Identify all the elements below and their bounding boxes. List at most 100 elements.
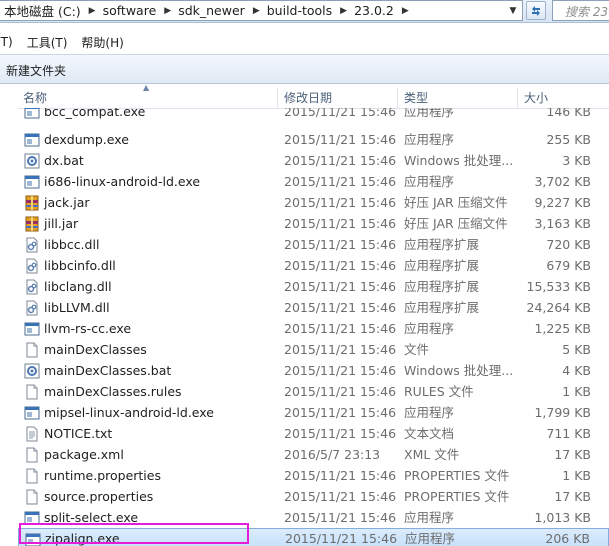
chevron-right-icon[interactable]: ▶ <box>249 6 263 16</box>
file-row[interactable]: libbcc.dll 2015/11/21 15:46 应用程序扩展 720 KB <box>18 234 609 255</box>
breadcrumb-drive[interactable]: 本地磁盘 (C:) <box>0 1 85 20</box>
file-row[interactable]: mainDexClasses.rules 2015/11/21 15:46 RULE… <box>18 381 609 402</box>
column-divider[interactable] <box>397 88 398 108</box>
breadcrumb-build-tools[interactable]: build-tools <box>263 3 336 18</box>
file-size: 720 KB <box>546 237 591 252</box>
file-modified-date: 2015/11/21 15:46 <box>284 510 397 525</box>
file-modified-date: 2015/11/21 15:46 <box>284 405 397 420</box>
file-row[interactable]: mainDexClasses.bat 2015/11/21 15:46 Window… <box>18 360 609 381</box>
file-row[interactable]: i686-linux-android-ld.exe 2015/11/21 15:4… <box>18 171 609 192</box>
bat-icon <box>24 153 40 169</box>
file-row[interactable]: bcc_compat.exe 2015/11/21 15:46 应用程序 146 KB <box>18 108 609 129</box>
file-row[interactable]: libLLVM.dll 2015/11/21 15:46 应用程序扩展 24,264 … <box>18 297 609 318</box>
file-size: 3,702 KB <box>534 174 591 189</box>
dll-icon <box>24 258 40 274</box>
file-row[interactable]: mainDexClasses 2015/11/21 15:46 文件 5 KB <box>18 339 609 360</box>
address-bar[interactable]: 本地磁盘 (C:) ▶ software ▶ sdk_newer ▶ build… <box>0 0 523 21</box>
command-bar: 新建文件夹 <box>0 54 609 84</box>
jar-icon <box>24 216 40 232</box>
file-row[interactable]: llvm-rs-cc.exe 2015/11/21 15:46 应用程序 1,225 … <box>18 318 609 339</box>
file-type: RULES 文件 <box>404 384 474 399</box>
new-folder-button[interactable]: 新建文件夹 <box>6 62 66 79</box>
refresh-button[interactable] <box>526 1 546 20</box>
menu-item-view[interactable]: (T) <box>0 35 20 49</box>
file-modified-date: 2015/11/21 15:46 <box>284 195 397 210</box>
file-type: Windows 批处理... <box>404 363 514 378</box>
file-size: 206 KB <box>545 531 590 546</box>
file-row[interactable]: runtime.properties 2015/11/21 15:46 PROPER… <box>18 465 609 486</box>
file-name: NOTICE.txt <box>44 426 113 441</box>
file-size: 9,227 KB <box>534 195 591 210</box>
file-list: bcc_compat.exe 2015/11/21 15:46 应用程序 146 KB… <box>18 108 609 546</box>
file-type: 应用程序扩展 <box>404 279 480 294</box>
file-modified-date: 2015/11/21 15:46 <box>284 384 397 399</box>
file-row[interactable]: libbcinfo.dll 2015/11/21 15:46 应用程序扩展 679 K… <box>18 255 609 276</box>
file-name: split-select.exe <box>44 510 139 525</box>
file-icon <box>24 468 40 484</box>
file-type: 应用程序 <box>405 531 456 546</box>
menu-item-tools[interactable]: 工具(T) <box>20 34 75 51</box>
file-modified-date: 2015/11/21 15:46 <box>284 363 397 378</box>
search-input[interactable]: 搜索 23.0.2 <box>552 0 609 21</box>
file-modified-date: 2015/11/21 15:46 <box>284 426 397 441</box>
file-size: 679 KB <box>546 258 591 273</box>
file-type: 应用程序 <box>404 321 455 336</box>
file-type: 好压 JAR 压缩文件 <box>404 195 508 210</box>
column-header-name[interactable]: 名称 <box>23 88 47 108</box>
column-divider[interactable] <box>517 88 518 108</box>
file-size: 146 KB <box>546 108 591 119</box>
exe-icon <box>25 532 41 546</box>
file-size: 17 KB <box>554 489 591 504</box>
exe-icon <box>24 405 40 421</box>
file-icon <box>24 489 40 505</box>
file-size: 15,533 KB <box>526 279 591 294</box>
file-size: 5 KB <box>562 342 591 357</box>
file-type: 文件 <box>404 342 430 357</box>
column-header-date[interactable]: 修改日期 <box>284 88 332 108</box>
file-name: jack.jar <box>44 195 90 210</box>
dll-icon <box>24 237 40 253</box>
chevron-down-icon[interactable]: ▼ <box>505 3 521 19</box>
file-row[interactable]: jack.jar 2015/11/21 15:46 好压 JAR 压缩文件 9,227… <box>18 192 609 213</box>
file-size: 1,799 KB <box>534 405 591 420</box>
menu-item-help[interactable]: 帮助(H) <box>74 34 130 51</box>
file-type: 应用程序 <box>404 132 455 147</box>
chevron-right-icon[interactable]: ▶ <box>160 6 174 16</box>
file-size: 4 KB <box>562 363 591 378</box>
file-row[interactable]: jill.jar 2015/11/21 15:46 好压 JAR 压缩文件 3,163… <box>18 213 609 234</box>
file-row[interactable]: dx.bat 2015/11/21 15:46 Windows 批处理... 3 KB <box>18 150 609 171</box>
file-name: llvm-rs-cc.exe <box>44 321 132 336</box>
jar-icon <box>24 195 40 211</box>
file-row[interactable]: package.xml 2016/5/7 23:13 XML 文件 17 KB <box>18 444 609 465</box>
column-divider[interactable] <box>277 88 278 108</box>
breadcrumb-sdk-newer[interactable]: sdk_newer <box>174 3 249 18</box>
file-modified-date: 2015/11/21 15:46 <box>284 216 397 231</box>
exe-icon <box>24 321 40 337</box>
exe-icon <box>24 174 40 190</box>
breadcrumb-software[interactable]: software <box>99 3 161 18</box>
chevron-right-icon[interactable]: ▶ <box>336 6 350 16</box>
file-size: 1 KB <box>562 384 591 399</box>
file-row[interactable]: mipsel-linux-android-ld.exe 2015/11/21 15… <box>18 402 609 423</box>
file-row[interactable]: libclang.dll 2015/11/21 15:46 应用程序扩展 15,533… <box>18 276 609 297</box>
file-name: mipsel-linux-android-ld.exe <box>44 405 214 420</box>
txt-icon <box>24 426 40 442</box>
breadcrumb-current-folder[interactable]: 23.0.2 <box>350 3 398 18</box>
bat-icon <box>24 363 40 379</box>
file-row[interactable]: source.properties 2015/11/21 15:46 PROPERT… <box>18 486 609 507</box>
file-row[interactable]: split-select.exe 2015/11/21 15:46 应用程序 1,01… <box>18 507 609 528</box>
chevron-right-icon[interactable]: ▶ <box>398 6 412 16</box>
chevron-right-icon[interactable]: ▶ <box>85 6 99 16</box>
file-name: package.xml <box>44 447 124 462</box>
file-name: mainDexClasses.bat <box>44 363 172 378</box>
file-name: i686-linux-android-ld.exe <box>44 174 201 189</box>
column-header-size[interactable]: 大小 <box>524 88 548 108</box>
file-row[interactable]: dexdump.exe 2015/11/21 15:46 应用程序 255 KB <box>18 129 609 150</box>
file-row[interactable]: NOTICE.txt 2015/11/21 15:46 文本文档 711 KB <box>18 423 609 444</box>
column-header-type[interactable]: 类型 <box>404 88 428 108</box>
file-type: 应用程序 <box>404 108 455 119</box>
file-modified-date: 2015/11/21 15:46 <box>284 258 397 273</box>
file-row[interactable]: zipalign.exe 2015/11/21 15:46 应用程序 206 KB <box>18 528 609 546</box>
file-modified-date: 2015/11/21 15:46 <box>284 132 397 147</box>
file-type: PROPERTIES 文件 <box>404 468 510 483</box>
